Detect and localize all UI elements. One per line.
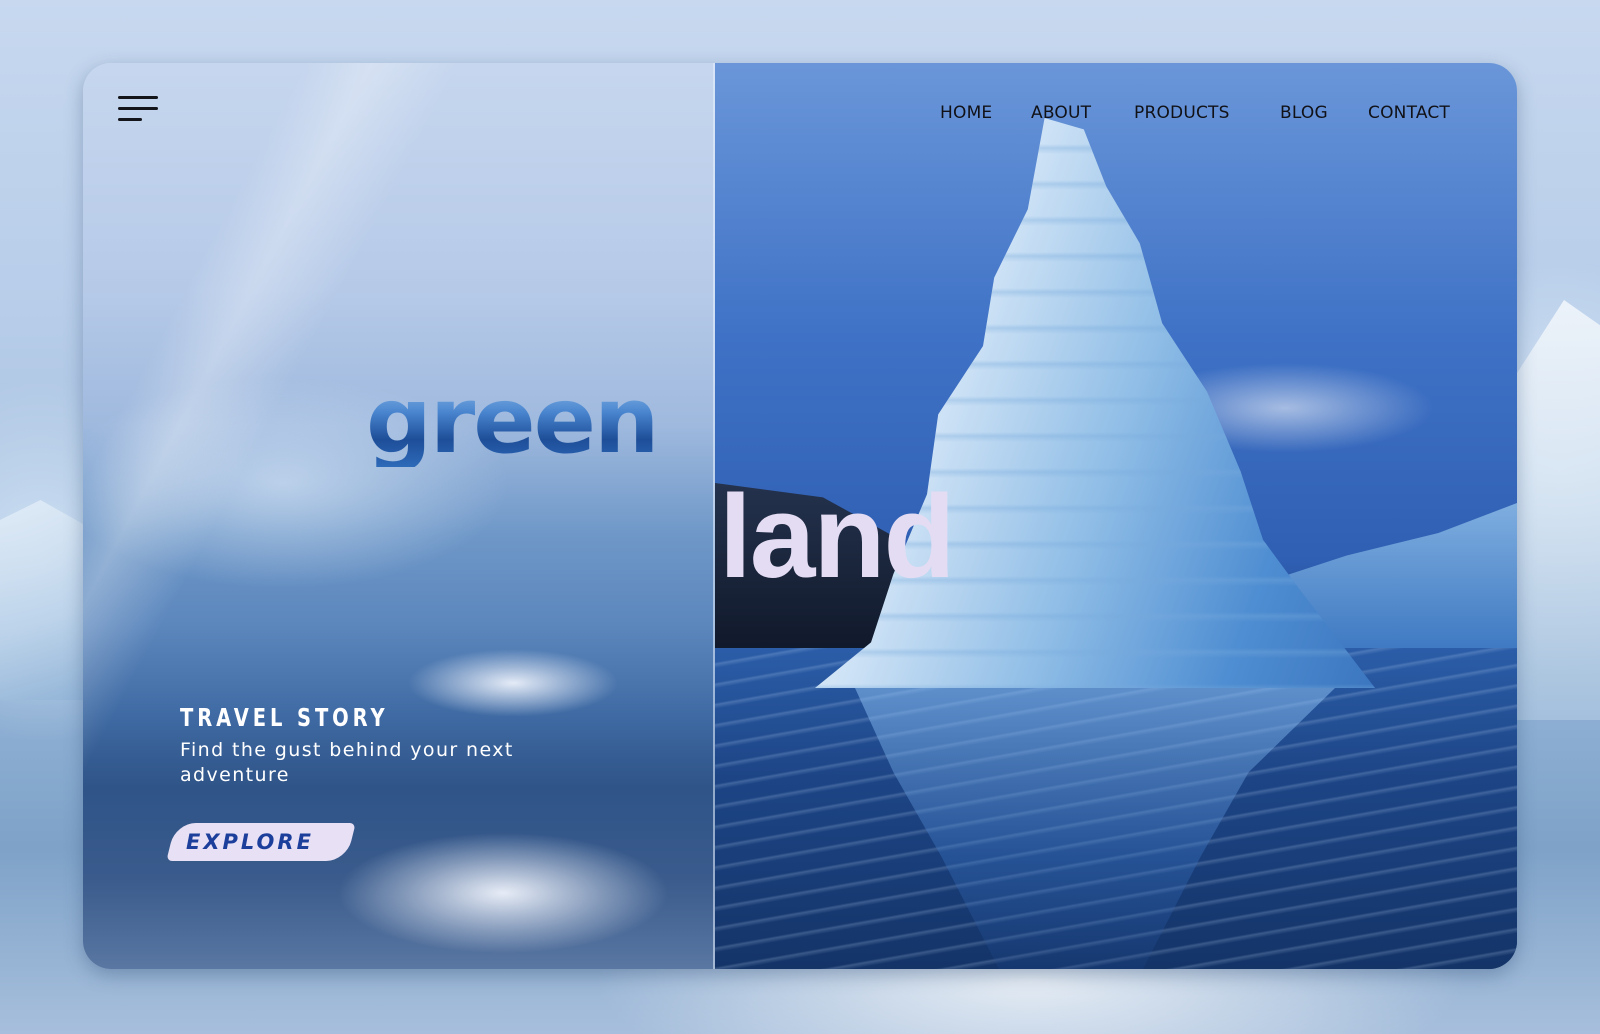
explore-button-label[interactable]: EXPLORE <box>186 830 314 854</box>
hero-title-land: land <box>719 471 956 603</box>
nav-item-blog[interactable]: BLOG <box>1280 103 1328 123</box>
nav-item-about[interactable]: ABOUT <box>1031 103 1091 123</box>
nav-item-contact[interactable]: CONTACT <box>1368 103 1450 123</box>
main-navigation: HOME ABOUT PRODUCTS BLOG CONTACT <box>83 103 1517 123</box>
nav-item-home[interactable]: HOME <box>940 103 992 123</box>
hero-card: HOME ABOUT PRODUCTS BLOG CONTACT green l… <box>83 63 1517 969</box>
background-iceberg-left <box>0 500 90 700</box>
hero-title-green: green <box>366 367 660 474</box>
story-heading: TRAVEL STORY <box>180 703 389 732</box>
story-subtitle: Find the gust behind your next adventure <box>180 739 514 786</box>
nav-item-products[interactable]: PRODUCTS <box>1134 103 1230 123</box>
background-iceberg-right <box>1510 300 1600 720</box>
